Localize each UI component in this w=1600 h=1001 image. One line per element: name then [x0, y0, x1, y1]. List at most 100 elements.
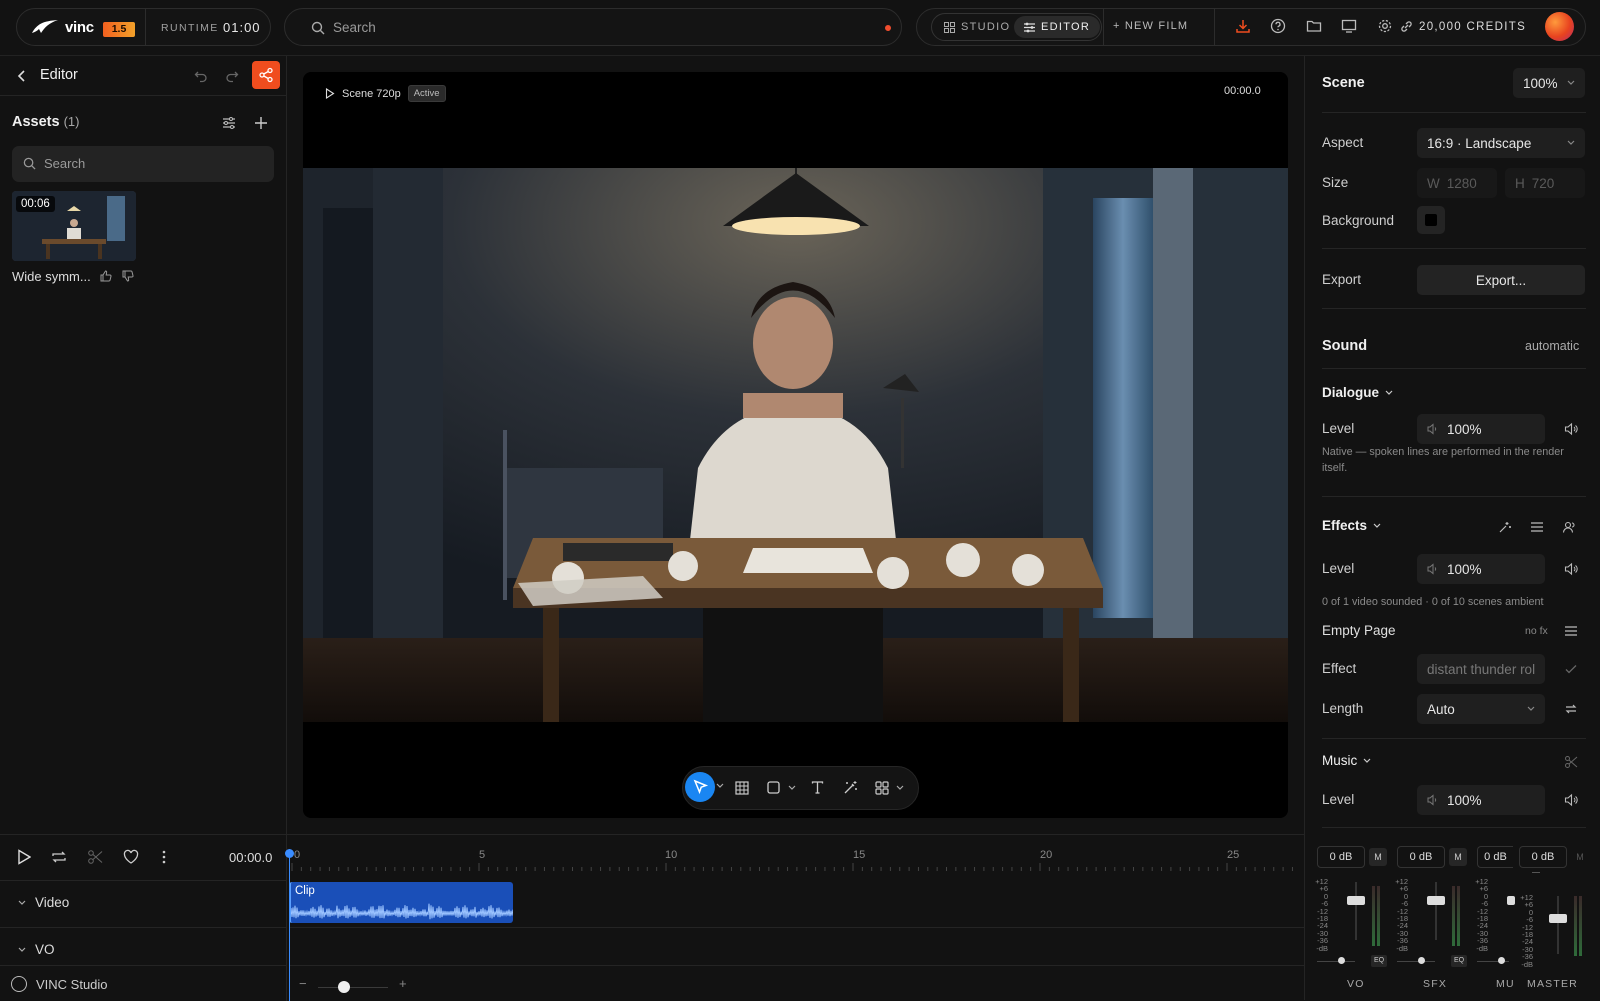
- sfx-pan-track[interactable]: [1397, 961, 1435, 962]
- avatar[interactable]: [1545, 12, 1574, 41]
- tab-editor-label: EDITOR: [1041, 21, 1091, 33]
- folder-icon[interactable]: [1306, 18, 1322, 34]
- play-icon[interactable]: [17, 849, 31, 865]
- magic-wand-icon[interactable]: [843, 780, 858, 795]
- heart-icon[interactable]: [123, 849, 139, 865]
- thumbs-up-icon[interactable]: [100, 270, 112, 282]
- master-mute-button[interactable]: M: [1571, 848, 1589, 866]
- divider: [1214, 9, 1215, 45]
- undo-icon[interactable]: [194, 69, 208, 83]
- text-tool-icon[interactable]: [811, 781, 824, 794]
- speaker-icon[interactable]: [1564, 422, 1578, 436]
- timeline: 00:00.0 Video VO VINC Studio 0 5 10 15 2…: [0, 834, 1304, 1001]
- mus-db-readout[interactable]: 0 dB: [1477, 846, 1513, 868]
- vo-fader-track[interactable]: [1355, 882, 1357, 940]
- vo-mute-button[interactable]: M: [1369, 848, 1387, 866]
- vo-pan-knob[interactable]: [1338, 957, 1345, 964]
- master-fader-track[interactable]: [1557, 896, 1559, 954]
- sfx-mute-button[interactable]: M: [1449, 848, 1467, 866]
- person-icon[interactable]: [1562, 520, 1576, 534]
- check-icon[interactable]: [1564, 662, 1578, 676]
- play-outline-icon[interactable]: [325, 88, 335, 99]
- chevron-down-icon[interactable]: [788, 785, 796, 791]
- help-icon[interactable]: [1270, 18, 1286, 34]
- vo-db-readout[interactable]: 0 dB: [1317, 846, 1365, 868]
- effect-prompt-input[interactable]: distant thunder rol: [1417, 654, 1545, 684]
- master-db-readout[interactable]: 0 dB: [1519, 846, 1567, 868]
- select-tool-button[interactable]: [685, 772, 715, 802]
- zoom-slider-track[interactable]: [318, 987, 388, 988]
- video-frame[interactable]: [303, 168, 1288, 722]
- sfx-eq-button[interactable]: EQ: [1451, 955, 1467, 967]
- chevron-down-icon[interactable]: [716, 783, 724, 789]
- grid-table-icon[interactable]: [735, 781, 749, 795]
- effects-section-toggle[interactable]: Effects: [1322, 518, 1381, 533]
- aspect-select[interactable]: 16:9 · Landscape: [1417, 128, 1585, 158]
- speaker-icon[interactable]: [1564, 562, 1578, 576]
- gear-icon[interactable]: [1377, 18, 1393, 34]
- dialogue-section-toggle[interactable]: Dialogue: [1322, 385, 1393, 400]
- share-button[interactable]: [252, 61, 280, 89]
- credits-display[interactable]: 20,000 CREDITS: [1400, 20, 1526, 33]
- sliders-icon[interactable]: [1530, 520, 1544, 534]
- monitor-icon[interactable]: [1341, 18, 1357, 34]
- playhead-handle[interactable]: [285, 849, 294, 858]
- zoom-in-icon[interactable]: +: [399, 976, 407, 991]
- asset-search-input[interactable]: Search: [12, 146, 274, 182]
- sfx-pan-knob[interactable]: [1418, 957, 1425, 964]
- track-video[interactable]: Video: [18, 895, 69, 910]
- shape-square-icon[interactable]: [767, 781, 780, 794]
- add-asset-icon[interactable]: [254, 116, 268, 130]
- asset-name[interactable]: Wide symm...: [12, 269, 91, 284]
- download-icon[interactable]: [1235, 18, 1251, 34]
- new-film-button[interactable]: + NEW FILM: [1113, 20, 1188, 32]
- loop-icon[interactable]: [51, 849, 67, 865]
- length-value: Auto: [1427, 701, 1455, 717]
- scissors-icon[interactable]: [87, 849, 103, 865]
- sparkle-icon[interactable]: [1498, 520, 1512, 534]
- master-fader-handle[interactable]: [1549, 914, 1567, 923]
- sound-mode[interactable]: automatic: [1525, 339, 1579, 353]
- tab-studio[interactable]: STUDIO: [934, 16, 1020, 38]
- vo-eq-button[interactable]: EQ: [1371, 955, 1387, 967]
- scissors-icon[interactable]: [1564, 755, 1578, 769]
- zoom-select[interactable]: 100%: [1513, 68, 1585, 98]
- filter-sliders-icon[interactable]: [222, 116, 236, 130]
- playhead[interactable]: [289, 849, 290, 1001]
- background-color-swatch[interactable]: [1417, 206, 1445, 234]
- back-arrow-icon[interactable]: [16, 69, 28, 83]
- speaker-icon[interactable]: [1564, 793, 1578, 807]
- zoom-slider-handle[interactable]: [338, 981, 350, 993]
- mus-pan-knob[interactable]: [1498, 957, 1505, 964]
- more-vertical-icon[interactable]: [161, 849, 167, 865]
- list-settings-icon[interactable]: [1564, 624, 1578, 638]
- search-icon: [311, 21, 325, 35]
- height-input[interactable]: H 720: [1505, 168, 1585, 198]
- sfx-fader-track[interactable]: [1435, 882, 1437, 940]
- global-search-input[interactable]: Search: [284, 8, 902, 46]
- divider: [1322, 112, 1586, 113]
- vo-fader-handle[interactable]: [1347, 896, 1365, 905]
- sfx-fader-handle[interactable]: [1427, 896, 1445, 905]
- vo-pan-track[interactable]: [1317, 961, 1355, 962]
- music-level-input[interactable]: 100%: [1417, 785, 1545, 815]
- track-vo[interactable]: VO: [18, 942, 55, 957]
- apps-grid-icon[interactable]: [875, 781, 889, 795]
- redo-icon[interactable]: [225, 69, 239, 83]
- length-select[interactable]: Auto: [1417, 694, 1545, 724]
- export-button[interactable]: Export...: [1417, 265, 1585, 295]
- dialogue-level-input[interactable]: 100%: [1417, 414, 1545, 444]
- zoom-out-icon[interactable]: −: [299, 976, 307, 991]
- swap-icon[interactable]: [1564, 702, 1578, 716]
- tab-editor[interactable]: EDITOR: [1014, 16, 1101, 38]
- sfx-db-readout[interactable]: 0 dB: [1397, 846, 1445, 868]
- vo-scale: +12 +6 0 -6 -12 -18 -24 -30 -36 -dB: [1315, 877, 1328, 953]
- thumbs-down-icon[interactable]: [122, 270, 134, 282]
- chevron-down-icon[interactable]: [896, 785, 904, 791]
- width-input[interactable]: W 1280: [1417, 168, 1497, 198]
- video-clip[interactable]: Clip: [289, 882, 513, 923]
- timeline-ruler[interactable]: 0 5 10 15 20 25: [290, 849, 1300, 871]
- divider: [1322, 496, 1586, 497]
- effects-level-input[interactable]: 100%: [1417, 554, 1545, 584]
- music-section-toggle[interactable]: Music: [1322, 753, 1371, 768]
